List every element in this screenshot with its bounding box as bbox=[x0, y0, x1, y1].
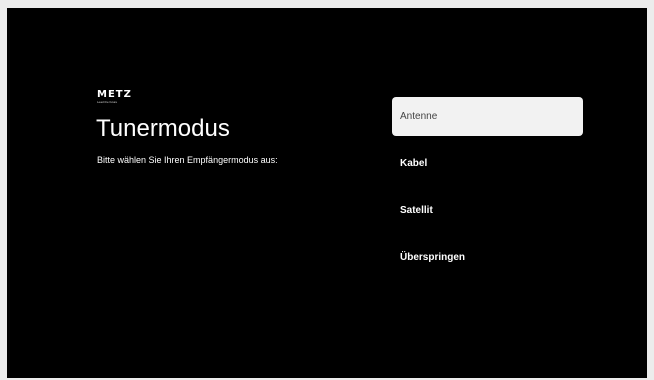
option-label: Satellit bbox=[400, 205, 433, 216]
tv-screen: METZ Lead the future Tunermodus Bitte wä… bbox=[7, 8, 647, 378]
option-label: Kabel bbox=[400, 158, 428, 169]
tuner-options-list: Antenne Kabel Satellit Überspringen bbox=[392, 97, 583, 285]
brand-name: METZ bbox=[97, 89, 132, 100]
option-kabel[interactable]: Kabel bbox=[392, 144, 583, 183]
page-title: Tunermodus bbox=[96, 115, 230, 142]
brand-tagline: Lead the future bbox=[97, 100, 118, 104]
option-label: Überspringen bbox=[400, 252, 466, 263]
option-ueberspringen[interactable]: Überspringen bbox=[392, 238, 583, 277]
option-label: Antenne bbox=[400, 111, 438, 122]
metz-logo: METZ Lead the future bbox=[97, 89, 132, 105]
option-satellit[interactable]: Satellit bbox=[392, 191, 583, 230]
option-antenne[interactable]: Antenne bbox=[392, 97, 583, 136]
page-subtitle: Bitte wählen Sie Ihren Empfängermodus au… bbox=[97, 155, 278, 165]
